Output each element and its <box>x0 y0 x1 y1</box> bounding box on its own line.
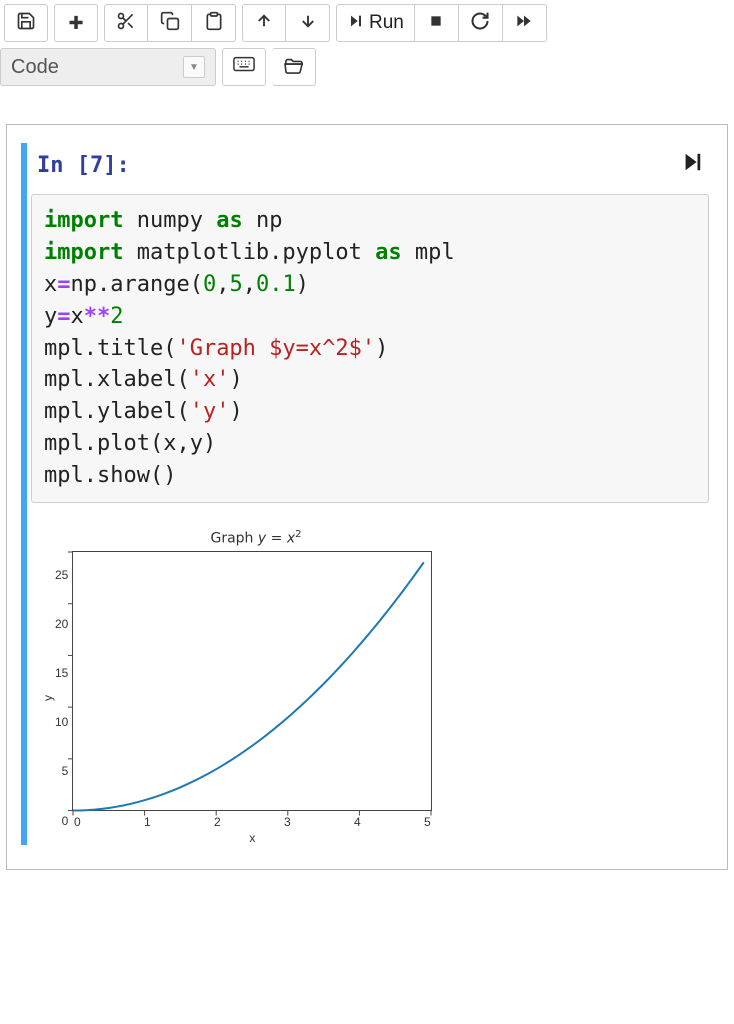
run-button[interactable]: Run <box>336 4 415 42</box>
open-folder-button[interactable] <box>272 48 316 86</box>
notebook-container: In [7]: import numpy as np import matplo… <box>6 124 728 870</box>
restart-icon <box>470 11 490 36</box>
code-text: import numpy as np import matplotlib.pyp… <box>44 205 696 492</box>
plus-icon: ✚ <box>68 13 83 34</box>
run-cell-button[interactable] <box>681 151 707 180</box>
copy-button[interactable] <box>148 4 192 42</box>
copy-icon <box>160 11 180 36</box>
toolbar-row-1: ✚ <box>0 0 734 46</box>
run-label: Run <box>369 12 404 34</box>
y-axis-label: y <box>41 691 55 705</box>
chart-output: Graph y = x² Graph y = x2 y 2520151050 0… <box>41 529 471 845</box>
x-axis-label: x <box>72 829 432 845</box>
folder-open-icon <box>283 56 305 79</box>
restart-button[interactable] <box>459 4 503 42</box>
fast-forward-icon <box>514 13 534 34</box>
input-prompt: In [7]: <box>37 153 130 178</box>
paste-icon <box>204 11 224 36</box>
cell-type-select[interactable]: Code ▼ <box>0 48 216 86</box>
toolbar-row-2: Code ▼ <box>0 46 734 94</box>
save-icon <box>16 11 36 36</box>
cut-button[interactable] <box>104 4 148 42</box>
move-up-button[interactable] <box>242 4 286 42</box>
code-input[interactable]: import numpy as np import matplotlib.pyp… <box>31 194 709 503</box>
add-cell-button[interactable]: ✚ <box>54 4 98 42</box>
arrow-down-icon <box>299 12 317 35</box>
cell-prompt-row: In [7]: <box>31 143 713 194</box>
chart-title: Graph y = x² Graph y = x2 <box>41 529 471 551</box>
x-ticks: 012345 <box>72 811 432 829</box>
interrupt-button[interactable] <box>415 4 459 42</box>
arrow-up-icon <box>255 12 273 35</box>
stop-icon <box>428 13 444 34</box>
scissors-icon <box>116 11 136 36</box>
restart-run-all-button[interactable] <box>503 4 547 42</box>
paste-button[interactable] <box>192 4 236 42</box>
command-palette-button[interactable] <box>222 48 266 86</box>
code-cell[interactable]: In [7]: import numpy as np import matplo… <box>21 143 713 845</box>
cell-type-value: Code <box>11 56 59 79</box>
keyboard-icon <box>233 56 255 79</box>
chevron-down-icon: ▼ <box>183 56 205 78</box>
move-down-button[interactable] <box>286 4 330 42</box>
y-ticks: 2520151050 <box>55 568 72 828</box>
plot-area <box>72 551 432 811</box>
run-icon <box>347 13 363 34</box>
save-button[interactable] <box>4 4 48 42</box>
